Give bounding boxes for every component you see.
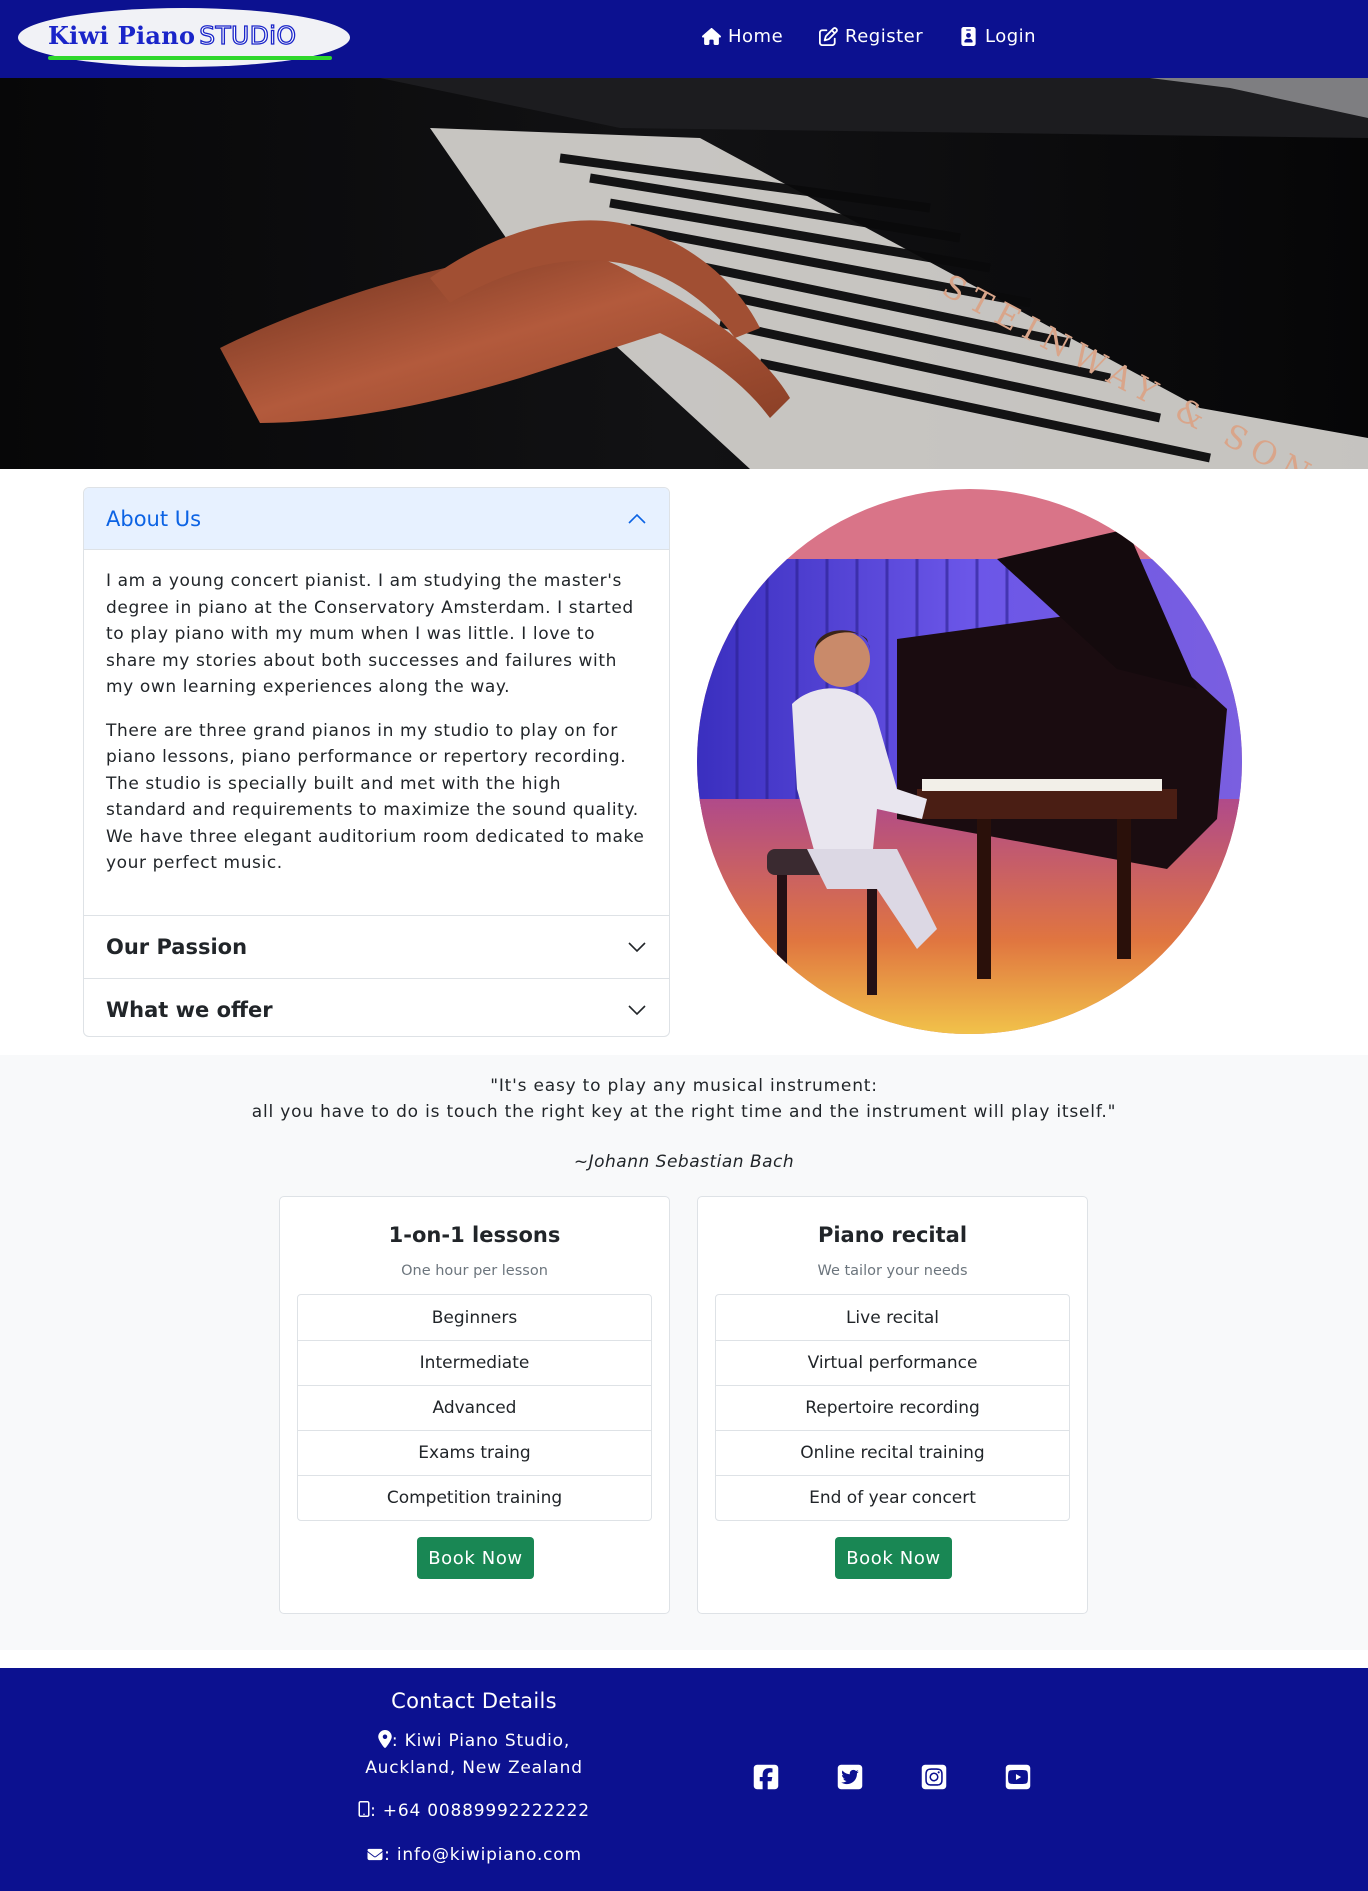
chevron-down-icon — [628, 941, 646, 952]
address-line-2: Auckland, New Zealand — [365, 1758, 583, 1778]
pianist-photo-illustration — [697, 489, 1242, 1034]
id-card-icon — [961, 26, 976, 46]
quote-line-2: all you have to do is touch the right ke… — [251, 1102, 1117, 1122]
card-title: Piano recital — [817, 1223, 968, 1247]
facebook-link[interactable] — [752, 1763, 780, 1791]
nav-login-link[interactable]: Login — [959, 22, 1036, 50]
instagram-icon — [921, 1764, 947, 1790]
accordion-about-us-header[interactable]: About Us — [84, 488, 669, 550]
list-item: Online recital training — [716, 1430, 1069, 1475]
logo-underline — [48, 56, 332, 60]
youtube-link[interactable] — [1004, 1763, 1032, 1791]
lessons-list: Beginners Intermediate Advanced Exams tr… — [297, 1294, 652, 1521]
contact-title: Contact Details — [391, 1689, 557, 1713]
address-line-1: : Kiwi Piano Studio, — [391, 1731, 571, 1751]
quote-author: ~Johann Sebastian Bach — [573, 1152, 795, 1172]
card-subtitle: We tailor your needs — [817, 1263, 968, 1279]
card-title: 1-on-1 lessons — [388, 1223, 561, 1247]
accordion-what-we-offer-header[interactable]: What we offer — [84, 979, 669, 1037]
youtube-icon — [1005, 1764, 1031, 1790]
list-item: Intermediate — [298, 1340, 651, 1385]
edit-icon — [819, 26, 838, 46]
card-subtitle: One hour per lesson — [401, 1263, 548, 1279]
footer: Contact Details : Kiwi Piano Studio, Auc… — [0, 1668, 1368, 1891]
about-paragraph-1: I am a young concert pianist. I am study… — [106, 571, 634, 697]
accordion-about-us-title: About Us — [106, 506, 202, 531]
mobile-phone-icon — [358, 1801, 370, 1817]
facebook-icon — [753, 1764, 779, 1790]
twitter-icon — [837, 1764, 863, 1790]
twitter-link[interactable] — [836, 1763, 864, 1791]
contact-email: : info@kiwipiano.com — [324, 1842, 624, 1869]
pianist-photo — [697, 489, 1242, 1034]
navbar: Kiwi Piano STUDiO Home Register Login — [0, 0, 1368, 78]
list-item: Live recital — [845, 1307, 940, 1328]
book-now-button[interactable]: Book Now — [417, 1537, 534, 1579]
hero-banner: STEINWAY & SONS — [0, 78, 1368, 469]
list-item: Advanced — [298, 1385, 651, 1430]
recital-list: Live recital Virtual performance Reperto… — [715, 1294, 1070, 1521]
brand-name: Kiwi Piano STUDiO — [48, 20, 297, 50]
list-item: Repertoire recording — [716, 1385, 1069, 1430]
nav-register-link[interactable]: Register — [819, 22, 923, 50]
list-item: End of year concert — [716, 1475, 1069, 1520]
accordion-what-we-offer-title: What we offer — [106, 997, 273, 1022]
list-item: Beginners — [431, 1307, 518, 1328]
phone-number: : +64 00889992222222 — [370, 1801, 590, 1821]
nav-register-label: Register — [845, 25, 924, 47]
bach-quote: "It's easy to play any musical instrumen… — [0, 1073, 1368, 1125]
list-item: Exams traing — [298, 1430, 651, 1475]
book-now-button[interactable]: Book Now — [835, 1537, 952, 1579]
nav-login-label: Login — [985, 25, 1037, 47]
nav-home-label: Home — [728, 25, 784, 47]
accordion-our-passion-header[interactable]: Our Passion — [84, 916, 669, 978]
home-icon — [702, 27, 721, 45]
about-accordion: About Us I am a young concert pianist. I… — [83, 487, 670, 1037]
chevron-up-icon — [628, 513, 646, 524]
accordion-about-us-body: I am a young concert pianist. I am study… — [84, 550, 669, 915]
accordion-our-passion-title: Our Passion — [106, 934, 248, 959]
services-section — [0, 1055, 1368, 1650]
chevron-down-icon — [628, 1004, 646, 1015]
nav-home-link[interactable]: Home — [702, 22, 783, 50]
email-address: : info@kiwipiano.com — [384, 1845, 582, 1865]
hero-piano-image: STEINWAY & SONS — [0, 78, 1368, 469]
envelope-icon — [367, 1848, 383, 1861]
list-item: Competition training — [298, 1475, 651, 1520]
list-item: Virtual performance — [716, 1340, 1069, 1385]
about-paragraph-2: There are three grand pianos in my studi… — [106, 720, 645, 874]
map-pin-icon — [378, 1730, 392, 1748]
lessons-card: 1-on-1 lessons One hour per lesson Begin… — [279, 1196, 670, 1614]
brand-name-studio: STUDiO — [199, 20, 297, 50]
quote-line-1: "It's easy to play any musical instrumen… — [490, 1076, 878, 1096]
contact-address: : Kiwi Piano Studio, Auckland, New Zeala… — [324, 1728, 624, 1782]
brand-logo[interactable]: Kiwi Piano STUDiO — [18, 8, 350, 67]
instagram-link[interactable] — [920, 1763, 948, 1791]
brand-name-main: Kiwi Piano — [48, 21, 196, 50]
contact-phone: : +64 00889992222222 — [324, 1798, 624, 1825]
recital-card: Piano recital We tailor your needs Live … — [697, 1196, 1088, 1614]
